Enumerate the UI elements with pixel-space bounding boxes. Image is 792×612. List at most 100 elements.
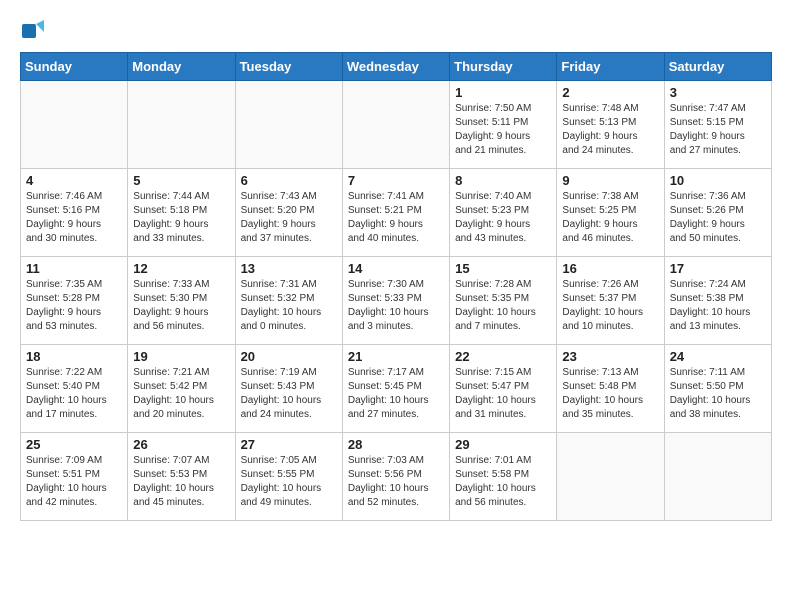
day-info: Sunrise: 7:09 AM Sunset: 5:51 PM Dayligh… [26,454,122,510]
calendar-cell: 6 Sunrise: 7:43 AM Sunset: 5:20 PM Daylig… [235,169,342,257]
day-number: 2 [562,85,658,100]
day-number: 29 [455,437,551,452]
week-row-3: 18 Sunrise: 7:22 AM Sunset: 5:40 PM Dayli… [21,345,772,433]
day-info: Sunrise: 7:11 AM Sunset: 5:50 PM Dayligh… [670,366,766,422]
day-info: Sunrise: 7:44 AM Sunset: 5:18 PM Dayligh… [133,190,229,246]
calendar-cell: 8 Sunrise: 7:40 AM Sunset: 5:23 PM Daylig… [450,169,557,257]
day-number: 9 [562,173,658,188]
day-info: Sunrise: 7:19 AM Sunset: 5:43 PM Dayligh… [241,366,337,422]
day-info: Sunrise: 7:33 AM Sunset: 5:30 PM Dayligh… [133,278,229,334]
calendar-cell [128,81,235,169]
day-number: 3 [670,85,766,100]
calendar-cell [21,81,128,169]
week-row-4: 25 Sunrise: 7:09 AM Sunset: 5:51 PM Dayli… [21,433,772,521]
header [20,16,772,44]
calendar-cell [664,433,771,521]
calendar-cell: 24 Sunrise: 7:11 AM Sunset: 5:50 PM Dayli… [664,345,771,433]
day-number: 15 [455,261,551,276]
calendar-cell [235,81,342,169]
day-number: 23 [562,349,658,364]
calendar-cell: 25 Sunrise: 7:09 AM Sunset: 5:51 PM Dayli… [21,433,128,521]
day-number: 10 [670,173,766,188]
day-info: Sunrise: 7:01 AM Sunset: 5:58 PM Dayligh… [455,454,551,510]
day-info: Sunrise: 7:21 AM Sunset: 5:42 PM Dayligh… [133,366,229,422]
day-info: Sunrise: 7:47 AM Sunset: 5:15 PM Dayligh… [670,102,766,158]
day-number: 25 [26,437,122,452]
day-number: 13 [241,261,337,276]
day-number: 20 [241,349,337,364]
calendar-cell: 13 Sunrise: 7:31 AM Sunset: 5:32 PM Dayli… [235,257,342,345]
day-info: Sunrise: 7:26 AM Sunset: 5:37 PM Dayligh… [562,278,658,334]
day-number: 14 [348,261,444,276]
calendar-cell: 16 Sunrise: 7:26 AM Sunset: 5:37 PM Dayli… [557,257,664,345]
calendar-table: SundayMondayTuesdayWednesdayThursdayFrid… [20,52,772,521]
day-number: 22 [455,349,551,364]
day-info: Sunrise: 7:31 AM Sunset: 5:32 PM Dayligh… [241,278,337,334]
calendar-cell: 11 Sunrise: 7:35 AM Sunset: 5:28 PM Dayli… [21,257,128,345]
calendar-cell: 23 Sunrise: 7:13 AM Sunset: 5:48 PM Dayli… [557,345,664,433]
calendar-cell: 5Sunrise: 7:44 AM Sunset: 5:18 PM Daylig… [128,169,235,257]
calendar-cell [342,81,449,169]
calendar-cell: 4 Sunrise: 7:46 AM Sunset: 5:16 PM Daylig… [21,169,128,257]
day-number: 6 [241,173,337,188]
weekday-header-row: SundayMondayTuesdayWednesdayThursdayFrid… [21,53,772,81]
day-number: 27 [241,437,337,452]
weekday-header-monday: Monday [128,53,235,81]
day-number: 12 [133,261,229,276]
calendar-cell: 7 Sunrise: 7:41 AM Sunset: 5:21 PM Daylig… [342,169,449,257]
week-row-0: 1 Sunrise: 7:50 AM Sunset: 5:11 PM Daylig… [21,81,772,169]
weekday-header-saturday: Saturday [664,53,771,81]
calendar-cell: 12 Sunrise: 7:33 AM Sunset: 5:30 PM Dayli… [128,257,235,345]
day-info: Sunrise: 7:30 AM Sunset: 5:33 PM Dayligh… [348,278,444,334]
week-row-2: 11 Sunrise: 7:35 AM Sunset: 5:28 PM Dayli… [21,257,772,345]
calendar-cell: 2Sunrise: 7:48 AM Sunset: 5:13 PM Daylig… [557,81,664,169]
day-info: Sunrise: 7:43 AM Sunset: 5:20 PM Dayligh… [241,190,337,246]
day-number: 4 [26,173,122,188]
day-number: 1 [455,85,551,100]
day-info: Sunrise: 7:40 AM Sunset: 5:23 PM Dayligh… [455,190,551,246]
logo-icon [20,16,48,44]
day-info: Sunrise: 7:38 AM Sunset: 5:25 PM Dayligh… [562,190,658,246]
day-info: Sunrise: 7:50 AM Sunset: 5:11 PM Dayligh… [455,102,551,158]
day-info: Sunrise: 7:36 AM Sunset: 5:26 PM Dayligh… [670,190,766,246]
day-number: 7 [348,173,444,188]
calendar-cell: 14 Sunrise: 7:30 AM Sunset: 5:33 PM Dayli… [342,257,449,345]
day-info: Sunrise: 7:13 AM Sunset: 5:48 PM Dayligh… [562,366,658,422]
calendar-cell: 19 Sunrise: 7:21 AM Sunset: 5:42 PM Dayli… [128,345,235,433]
calendar-cell: 10 Sunrise: 7:36 AM Sunset: 5:26 PM Dayli… [664,169,771,257]
calendar-cell: 15 Sunrise: 7:28 AM Sunset: 5:35 PM Dayli… [450,257,557,345]
calendar-cell: 17 Sunrise: 7:24 AM Sunset: 5:38 PM Dayli… [664,257,771,345]
day-info: Sunrise: 7:22 AM Sunset: 5:40 PM Dayligh… [26,366,122,422]
day-info: Sunrise: 7:07 AM Sunset: 5:53 PM Dayligh… [133,454,229,510]
calendar-cell: 28 Sunrise: 7:03 AM Sunset: 5:56 PM Dayli… [342,433,449,521]
weekday-header-tuesday: Tuesday [235,53,342,81]
day-number: 19 [133,349,229,364]
day-info: Sunrise: 7:41 AM Sunset: 5:21 PM Dayligh… [348,190,444,246]
calendar-cell: 1 Sunrise: 7:50 AM Sunset: 5:11 PM Daylig… [450,81,557,169]
calendar-cell: 29 Sunrise: 7:01 AM Sunset: 5:58 PM Dayli… [450,433,557,521]
day-number: 11 [26,261,122,276]
day-info: Sunrise: 7:05 AM Sunset: 5:55 PM Dayligh… [241,454,337,510]
day-info: Sunrise: 7:28 AM Sunset: 5:35 PM Dayligh… [455,278,551,334]
weekday-header-sunday: Sunday [21,53,128,81]
calendar-cell: 26Sunrise: 7:07 AM Sunset: 5:53 PM Dayli… [128,433,235,521]
day-number: 28 [348,437,444,452]
day-info: Sunrise: 7:35 AM Sunset: 5:28 PM Dayligh… [26,278,122,334]
day-number: 8 [455,173,551,188]
calendar-cell: 21Sunrise: 7:17 AM Sunset: 5:45 PM Dayli… [342,345,449,433]
day-number: 24 [670,349,766,364]
calendar-cell: 27 Sunrise: 7:05 AM Sunset: 5:55 PM Dayli… [235,433,342,521]
logo [20,16,52,44]
day-info: Sunrise: 7:24 AM Sunset: 5:38 PM Dayligh… [670,278,766,334]
weekday-header-thursday: Thursday [450,53,557,81]
calendar-cell: 22 Sunrise: 7:15 AM Sunset: 5:47 PM Dayli… [450,345,557,433]
day-number: 16 [562,261,658,276]
weekday-header-wednesday: Wednesday [342,53,449,81]
calendar-cell: 9 Sunrise: 7:38 AM Sunset: 5:25 PM Daylig… [557,169,664,257]
day-info: Sunrise: 7:03 AM Sunset: 5:56 PM Dayligh… [348,454,444,510]
week-row-1: 4 Sunrise: 7:46 AM Sunset: 5:16 PM Daylig… [21,169,772,257]
day-number: 17 [670,261,766,276]
day-number: 18 [26,349,122,364]
day-info: Sunrise: 7:46 AM Sunset: 5:16 PM Dayligh… [26,190,122,246]
day-info: Sunrise: 7:15 AM Sunset: 5:47 PM Dayligh… [455,366,551,422]
